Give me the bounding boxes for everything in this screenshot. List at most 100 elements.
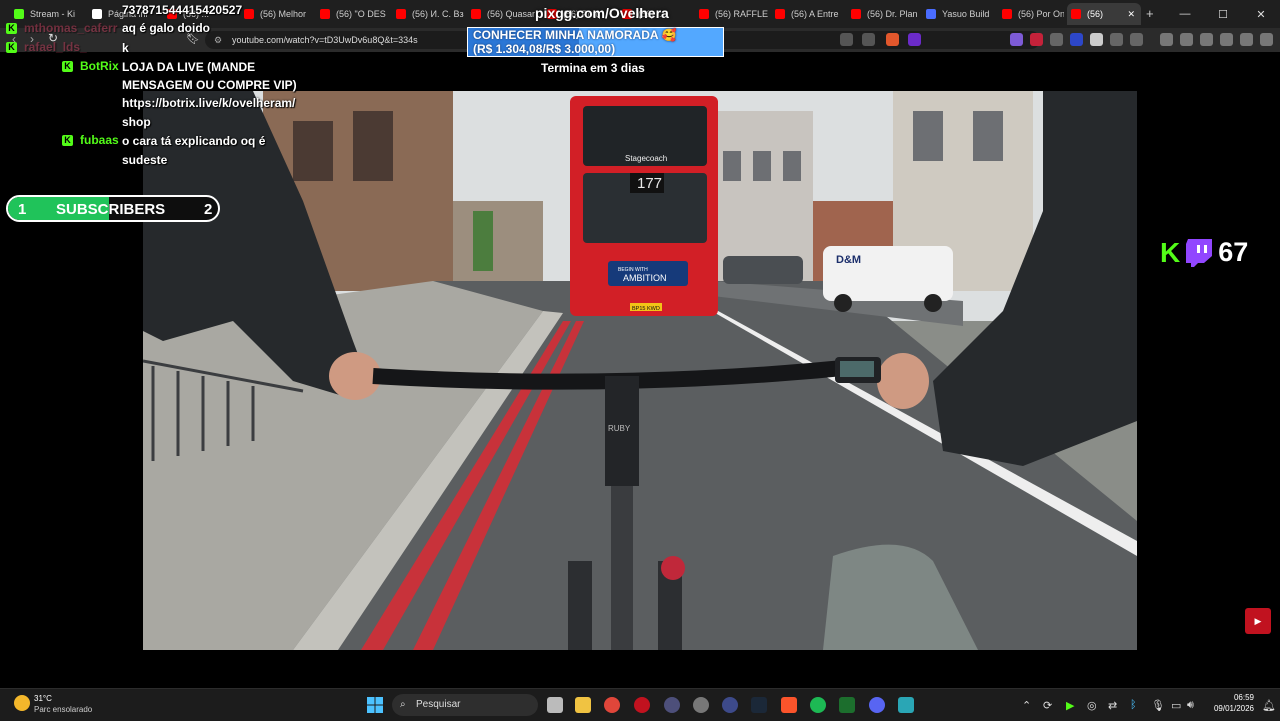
viewer-counter: K 67 <box>1160 237 1248 268</box>
browser-tab[interactable]: (56) "O DES <box>316 3 390 25</box>
viewer-count: 67 <box>1218 237 1249 267</box>
browser-tab[interactable]: (56) Dr. Plan <box>847 3 921 25</box>
right-hand <box>877 353 929 409</box>
close-tab-icon[interactable]: ✕ <box>1127 9 1135 20</box>
extension-icon-2[interactable] <box>1030 33 1043 46</box>
app-icon-5[interactable] <box>898 697 914 713</box>
kick-badge-icon: K <box>62 61 73 72</box>
spotify-icon[interactable] <box>810 697 826 713</box>
browser-tab[interactable]: (56) И. С. Вз <box>392 3 466 25</box>
site-info-icon[interactable]: ⚙ <box>214 31 222 49</box>
bluetooth-icon[interactable]: ᛒ <box>1130 699 1137 711</box>
weather-sun-icon <box>14 695 30 711</box>
tray-icon-play[interactable]: ▶ <box>1066 699 1074 712</box>
tab-title: (56) <box>1087 9 1104 19</box>
volume-icon[interactable]: 🔊︎ <box>1187 699 1194 712</box>
browser-tab[interactable]: (56) Por Ond <box>998 3 1064 25</box>
share-icon[interactable] <box>862 33 875 46</box>
pix-url-title: pixgg.com/Ovelhera <box>535 5 669 21</box>
steam-icon[interactable] <box>751 697 767 713</box>
video-player[interactable]: D&M 177 Stagecoach BEGIN WITH AMBITION B… <box>143 91 1137 650</box>
extension-icon-6[interactable] <box>1130 33 1143 46</box>
tab-title: (56) Dr. Plan <box>867 9 918 19</box>
brave-icon[interactable] <box>781 697 797 713</box>
chat-username: fubaas <box>80 133 119 147</box>
close-window-button[interactable]: ✕ <box>1242 0 1280 28</box>
tab-favicon-icon <box>1002 9 1012 19</box>
tab-favicon-icon <box>775 9 785 19</box>
chat-message: sudeste <box>122 153 168 167</box>
file-explorer-icon[interactable] <box>575 697 591 713</box>
tab-title: (56) "O DES <box>336 9 386 19</box>
menu-icon[interactable] <box>1260 33 1273 46</box>
tab-favicon-icon <box>244 9 254 19</box>
twitch-logo-icon <box>1186 238 1213 267</box>
bike-brand: RUBY <box>608 424 631 433</box>
browser-tab[interactable]: (56) ✕ <box>1067 3 1141 25</box>
screen-cast-icon[interactable] <box>840 33 853 46</box>
wallet-icon[interactable] <box>1200 33 1213 46</box>
opera-icon[interactable] <box>634 697 650 713</box>
tab-favicon-icon <box>14 9 24 19</box>
discord-icon[interactable] <box>869 697 885 713</box>
browser-tab[interactable]: (56) Quasar <box>467 3 541 25</box>
van-logo-text: D&M <box>836 254 861 266</box>
maximize-button[interactable]: ☐ <box>1204 0 1242 28</box>
browser-tab[interactable]: Yasuo Build <box>922 3 996 25</box>
brave-rewards-icon[interactable] <box>908 33 921 46</box>
tray-icon-3[interactable]: ⇄ <box>1108 699 1117 712</box>
minimize-button[interactable]: — <box>1166 0 1204 28</box>
taskbar-search-placeholder: Pesquisar <box>416 699 461 710</box>
extensions-puzzle-icon[interactable] <box>1110 33 1123 46</box>
app-icon-2[interactable] <box>693 697 709 713</box>
channel-watermark-icon: ▶ <box>1245 608 1271 634</box>
tab-favicon-icon <box>1071 9 1081 19</box>
brave-shield-icon[interactable] <box>886 33 899 46</box>
tray-icon-2[interactable]: ◎ <box>1087 699 1097 712</box>
donation-goal-deadline: Termina em 3 dias <box>541 61 645 75</box>
chat-message: k <box>122 41 129 55</box>
chat-username: BotRix <box>80 59 119 73</box>
chat-username-faded: mthomas_caferr <box>24 21 118 35</box>
notification-icon[interactable]: 🔔︎ <box>1262 699 1276 712</box>
sidebar-icon[interactable] <box>1180 33 1193 46</box>
tab-title: (56) RAFFLE <box>715 9 769 19</box>
windows-start-icon[interactable] <box>367 697 383 713</box>
weather-desc: Parc ensolarado <box>34 705 93 714</box>
clock[interactable]: 06:59 09/01/2026 <box>1206 693 1254 713</box>
chat-message: aq é galo doido <box>122 21 211 35</box>
extension-icon-4[interactable] <box>1070 33 1083 46</box>
tab-favicon-icon <box>396 9 406 19</box>
tray-icon-1[interactable]: ⟳ <box>1043 699 1052 712</box>
chat-message: https://botrix.live/k/ovelheram/ <box>122 96 296 110</box>
extension-icon-3[interactable] <box>1050 33 1063 46</box>
weather-widget[interactable]: 31°C Parc ensolarado <box>12 693 112 717</box>
extension-icon-5[interactable] <box>1090 33 1103 46</box>
task-view-icon[interactable] <box>547 697 563 713</box>
subscriber-goal-label: SUBSCRIBERS <box>56 201 166 218</box>
tab-favicon-icon <box>471 9 481 19</box>
kick-badge-icon: K <box>6 42 17 53</box>
browser-tab[interactable]: (56) Melhor <box>240 3 314 25</box>
app-icon-3[interactable] <box>722 697 738 713</box>
browser-tab[interactable]: (56) A Entre <box>771 3 845 25</box>
chrome-icon[interactable] <box>604 697 620 713</box>
new-tab-button[interactable]: + <box>1146 6 1154 21</box>
app-icon-4[interactable] <box>839 697 855 713</box>
app-icon-1[interactable] <box>664 697 680 713</box>
kick-badge-icon: K <box>62 135 73 146</box>
microphone-icon[interactable]: 🎙︎ <box>1151 699 1165 712</box>
leo-ai-icon[interactable] <box>1220 33 1233 46</box>
subscriber-goal-bar: 1 SUBSCRIBERS 2 <box>6 195 220 222</box>
donation-goal-label: CONHECER MINHA NAMORADA 🥰 <box>473 28 677 42</box>
media-controls-icon[interactable] <box>1160 33 1173 46</box>
browser-tab[interactable]: (56) RAFFLE <box>695 3 769 25</box>
vpn-icon[interactable] <box>1240 33 1253 46</box>
network-icon[interactable]: ▭ <box>1171 699 1181 712</box>
taskbar-search[interactable]: ⌕ Pesquisar <box>392 694 538 716</box>
tray-overflow-icon[interactable]: ⌃ <box>1022 699 1031 712</box>
chat-message: MENSAGEM OU COMPRE VIP) <box>122 78 297 92</box>
tab-title: Stream - Ki <box>30 9 76 19</box>
bus-route-number: 177 <box>637 175 662 192</box>
extension-icon-1[interactable] <box>1010 33 1023 46</box>
